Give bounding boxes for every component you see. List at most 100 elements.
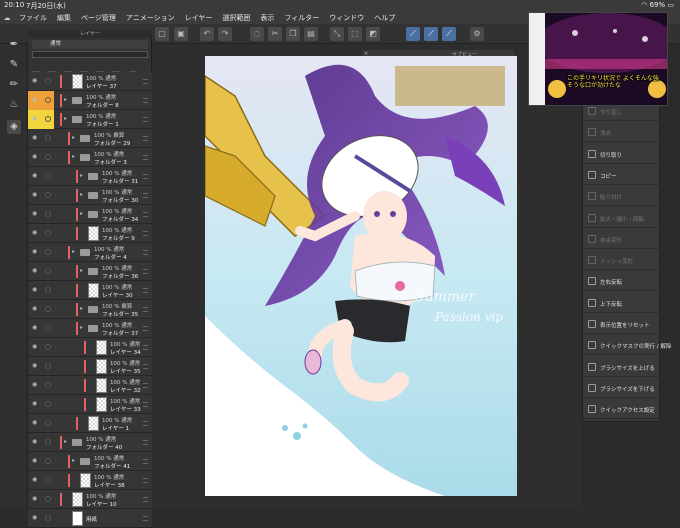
eye-icon[interactable]: ◉ xyxy=(32,249,39,255)
eye-icon[interactable]: ◉ xyxy=(32,477,39,483)
cut-icon[interactable]: ✂ xyxy=(268,27,282,41)
context-menu-item[interactable]: コピー xyxy=(583,165,661,185)
layer-lock-toggle[interactable] xyxy=(45,458,51,464)
layer-row[interactable]: ◉ 100 % 通常 フォルダー 9 xyxy=(28,224,152,243)
blend-mode-select[interactable]: 通常 xyxy=(32,40,148,49)
layer-lock-toggle[interactable] xyxy=(45,496,51,502)
layer-lock-toggle[interactable] xyxy=(45,401,51,407)
layer-lock-toggle[interactable] xyxy=(45,211,51,217)
drag-handle-icon[interactable] xyxy=(143,193,148,198)
layer-lock-toggle[interactable] xyxy=(45,192,51,198)
drag-handle-icon[interactable] xyxy=(143,497,148,502)
menu-window[interactable]: ウィンドウ xyxy=(324,13,369,23)
app-logo-icon[interactable]: ☁ xyxy=(0,14,14,22)
layer-row[interactable]: ◉ 100 % 通常 レイヤー 10 xyxy=(28,490,152,509)
context-menu-item[interactable]: 切り取り xyxy=(583,144,661,164)
layer-row[interactable]: ◉ ▸ 100 % 通常 フォルダー 4 xyxy=(28,243,152,262)
layer-row[interactable]: ◉ ▸ 100 % 通常 フォルダー 40 xyxy=(28,433,152,452)
folder-expand-icon[interactable]: ▸ xyxy=(72,248,75,255)
drag-handle-icon[interactable] xyxy=(143,326,148,331)
eye-icon[interactable]: ◉ xyxy=(32,116,39,122)
layer-row[interactable]: ◉ ▸ 100 % 通常 フォルダー 37 xyxy=(28,319,152,338)
save-icon[interactable]: ▣ xyxy=(174,27,188,41)
layer-lock-toggle[interactable] xyxy=(45,97,51,103)
menu-layer[interactable]: レイヤー xyxy=(180,13,218,23)
drag-handle-icon[interactable] xyxy=(143,250,148,255)
eye-icon[interactable]: ◉ xyxy=(32,173,39,179)
layer-row[interactable]: ◉ ▸ 100 % 乗算 フォルダー 29 xyxy=(28,129,152,148)
layer-lock-toggle[interactable] xyxy=(45,249,51,255)
layer-lock-toggle[interactable] xyxy=(45,477,51,483)
folder-expand-icon[interactable]: ▸ xyxy=(64,438,67,445)
drag-handle-icon[interactable] xyxy=(143,136,148,141)
layer-row[interactable]: ◉ ▸ 100 % 通常 フォルダー 30 xyxy=(28,186,152,205)
layer-lock-toggle[interactable] xyxy=(45,420,51,426)
context-menu-item[interactable]: 消去 xyxy=(583,122,661,143)
drag-handle-icon[interactable] xyxy=(143,98,148,103)
layer-lock-toggle[interactable] xyxy=(45,268,51,274)
eye-icon[interactable]: ◉ xyxy=(32,382,39,388)
eye-icon[interactable]: ◉ xyxy=(32,230,39,236)
eye-icon[interactable]: ◉ xyxy=(32,268,39,274)
layer-lock-toggle[interactable] xyxy=(45,515,51,521)
opacity-slider[interactable] xyxy=(32,51,148,58)
drag-handle-icon[interactable] xyxy=(143,345,148,350)
layer-lock-toggle[interactable] xyxy=(45,230,51,236)
drag-handle-icon[interactable] xyxy=(143,288,148,293)
eye-icon[interactable]: ◉ xyxy=(32,154,39,160)
layer-row[interactable]: ◉ 100 % 通常 レイヤー 35 xyxy=(28,357,152,376)
layer-row[interactable]: ◉ ▸ 100 % 通常 フォルダー 41 xyxy=(28,452,152,471)
drag-handle-icon[interactable] xyxy=(143,402,148,407)
layer-lock-toggle[interactable] xyxy=(45,173,51,179)
folder-expand-icon[interactable]: ▸ xyxy=(72,153,75,160)
folder-expand-icon[interactable]: ▸ xyxy=(72,457,75,464)
drag-handle-icon[interactable] xyxy=(143,307,148,312)
eye-icon[interactable]: ◉ xyxy=(32,439,39,445)
undo-icon[interactable]: ↶ xyxy=(200,27,214,41)
layer-lock-toggle[interactable] xyxy=(45,344,51,350)
folder-expand-icon[interactable]: ▸ xyxy=(64,96,67,103)
drag-handle-icon[interactable] xyxy=(143,79,148,84)
eye-icon[interactable]: ◉ xyxy=(32,211,39,217)
fill-tool-icon[interactable]: ♨ xyxy=(7,98,21,112)
folder-expand-icon[interactable]: ▸ xyxy=(80,210,83,217)
eye-icon[interactable]: ◉ xyxy=(32,78,39,84)
eye-icon[interactable]: ◉ xyxy=(32,344,39,350)
drag-handle-icon[interactable] xyxy=(143,383,148,388)
redo-icon[interactable]: ↷ xyxy=(218,27,232,41)
layer-row[interactable]: ◉ ▸ 100 % 通常 フォルダー 1 xyxy=(28,110,152,129)
menu-filter[interactable]: フィルター xyxy=(279,13,324,23)
menu-edit[interactable]: 編集 xyxy=(52,13,76,23)
context-menu-item[interactable]: 拡大・縮小・回転 xyxy=(583,208,661,228)
layer-row[interactable]: ◉ 100 % 通常 レイヤー 34 xyxy=(28,338,152,357)
video-overlay[interactable]: この手リキリ状況で よくそんな強そうな口が効けたな xyxy=(528,12,668,106)
layer-lock-toggle[interactable] xyxy=(45,439,51,445)
copy-icon[interactable]: ❐ xyxy=(286,27,300,41)
folder-expand-icon[interactable]: ▸ xyxy=(80,172,83,179)
menu-help[interactable]: ヘルプ xyxy=(369,13,400,23)
artboard[interactable]: Summer Passion vip xyxy=(205,56,517,496)
folder-expand-icon[interactable]: ▸ xyxy=(72,134,75,141)
layer-lock-toggle[interactable] xyxy=(45,382,51,388)
new-file-icon[interactable]: ▢ xyxy=(155,27,169,41)
menu-animation[interactable]: アニメーション xyxy=(121,13,180,23)
context-menu-item[interactable]: クイックアクセス設定 xyxy=(583,399,661,420)
menu-selection[interactable]: 選択範囲 xyxy=(217,13,255,23)
drag-handle-icon[interactable] xyxy=(143,212,148,217)
drag-handle-icon[interactable] xyxy=(143,516,148,521)
layer-lock-toggle[interactable] xyxy=(45,306,51,312)
transform-icon[interactable]: ⤡ xyxy=(330,27,344,41)
layer-row[interactable]: ◉ ▸ 100 % 通常 フォルダー 34 xyxy=(28,205,152,224)
eye-icon[interactable]: ◉ xyxy=(32,515,39,521)
drag-handle-icon[interactable] xyxy=(143,155,148,160)
layer-row[interactable]: ◉ ▸ 100 % 通常 フォルダー 31 xyxy=(28,167,152,186)
drag-handle-icon[interactable] xyxy=(143,117,148,122)
eye-icon[interactable]: ◉ xyxy=(32,135,39,141)
snap-grid-icon[interactable]: ⟋ xyxy=(424,27,438,41)
pen-tool-icon[interactable]: ✒ xyxy=(7,38,21,52)
context-menu-item[interactable]: ブラシサイズを上げる xyxy=(583,357,661,377)
eye-icon[interactable]: ◉ xyxy=(32,420,39,426)
eye-icon[interactable]: ◉ xyxy=(32,401,39,407)
brush-tool-icon[interactable]: ✎ xyxy=(7,58,21,72)
layer-row[interactable]: ◉ 100 % 通常 レイヤー 1 xyxy=(28,414,152,433)
